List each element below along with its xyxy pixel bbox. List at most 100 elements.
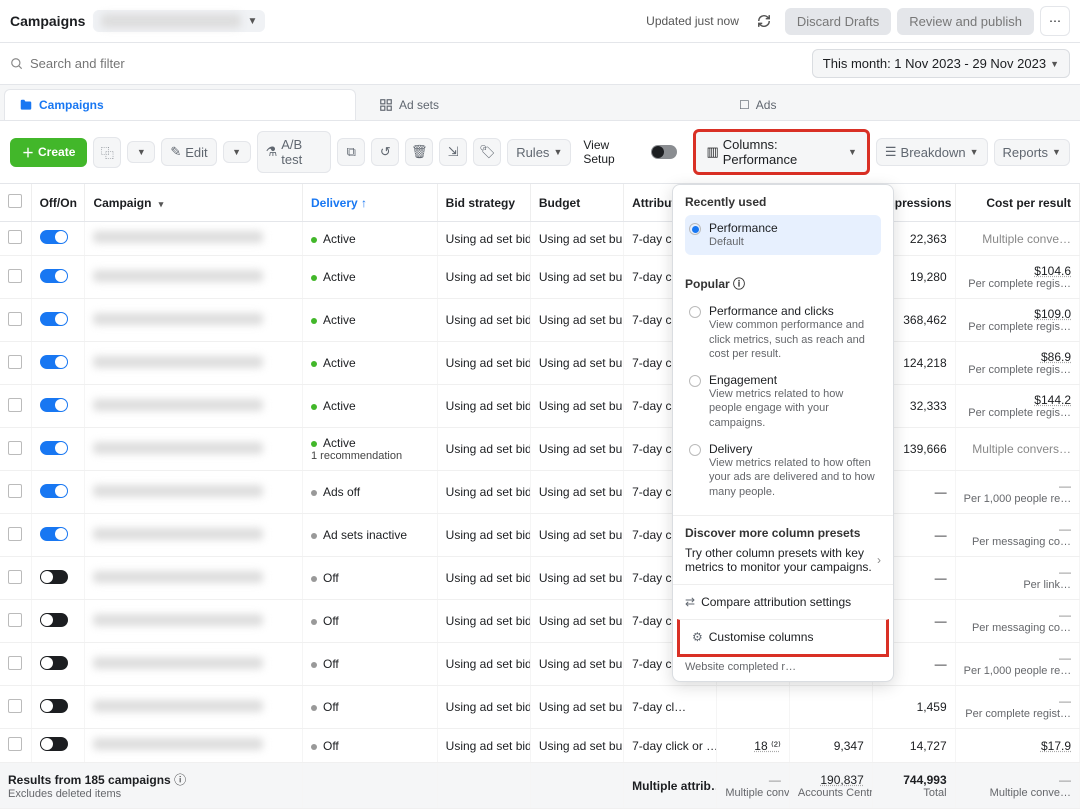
duplicate-button[interactable]: ⿻: [93, 137, 121, 168]
campaign-name-blurred[interactable]: [93, 485, 263, 497]
search-filter[interactable]: [10, 50, 812, 77]
duplicate-dropdown[interactable]: ▼: [127, 141, 155, 163]
view-setup-toggle[interactable]: [651, 145, 677, 159]
delivery-header[interactable]: Delivery ↑: [302, 184, 437, 222]
row-checkbox[interactable]: [8, 699, 22, 713]
status-toggle[interactable]: [40, 269, 68, 283]
status-toggle[interactable]: [40, 699, 68, 713]
table-row[interactable]: Ad sets inactive Using ad set bid… Using…: [0, 514, 1080, 557]
status-toggle[interactable]: [40, 737, 68, 751]
refresh-button[interactable]: [749, 6, 779, 36]
columns-selector[interactable]: ▥ Columns: Performance ▼: [693, 129, 869, 175]
status-toggle[interactable]: [40, 484, 68, 498]
edit-button[interactable]: ✎ Edit: [161, 138, 216, 166]
tab-adsets[interactable]: Ad sets: [364, 89, 716, 120]
tab-ads[interactable]: ☐ Ads: [724, 89, 1076, 120]
breakdown-button[interactable]: ☰ Breakdown ▼: [876, 138, 988, 166]
ab-test-button[interactable]: ⚗ A/B test: [257, 131, 332, 173]
summary-cost: —: [964, 773, 1071, 787]
status-toggle[interactable]: [40, 398, 68, 412]
preset-engagement[interactable]: EngagementView metrics related to how pe…: [685, 367, 881, 436]
campaign-name-blurred[interactable]: [93, 270, 263, 282]
compare-attribution-link[interactable]: ⇄ Compare attribution settings: [673, 584, 893, 619]
export-button[interactable]: ⇲: [439, 138, 467, 166]
table-row[interactable]: Off Using ad set bid… Using ad set bu… 7…: [0, 557, 1080, 600]
campaign-name-blurred[interactable]: [93, 528, 263, 540]
copy-button[interactable]: ⧉: [337, 138, 365, 166]
status-toggle[interactable]: [40, 312, 68, 326]
preset-performance-clicks[interactable]: Performance and clicksView common perfor…: [685, 298, 881, 367]
row-checkbox[interactable]: [8, 613, 22, 627]
bid-header[interactable]: Bid strategy: [437, 184, 530, 222]
discard-drafts-button[interactable]: Discard Drafts: [785, 8, 891, 35]
status-toggle[interactable]: [40, 230, 68, 244]
create-button[interactable]: ＋ Create: [10, 138, 87, 167]
preset-performance[interactable]: Performance Default: [685, 215, 881, 255]
status-toggle[interactable]: [40, 656, 68, 670]
campaign-name-blurred[interactable]: [93, 442, 263, 454]
table-row[interactable]: Off Using ad set bid… Using ad set bu… 7…: [0, 643, 1080, 686]
search-input[interactable]: [24, 50, 812, 77]
status-toggle[interactable]: [40, 355, 68, 369]
offon-header[interactable]: Off/On: [31, 184, 85, 222]
review-publish-button[interactable]: Review and publish: [897, 8, 1034, 35]
table-row[interactable]: Off Using ad set bid… Using ad set bu… 7…: [0, 686, 1080, 729]
row-checkbox[interactable]: [8, 570, 22, 584]
campaign-name-blurred[interactable]: [93, 657, 263, 669]
table-row[interactable]: Active Using ad set bid… Using ad set bu…: [0, 385, 1080, 428]
discover-more-link[interactable]: Try other column presets with key metric…: [685, 546, 881, 574]
status-toggle[interactable]: [40, 613, 68, 627]
table-row[interactable]: Off Using ad set bid… Using ad set bu… 7…: [0, 729, 1080, 763]
cost-header[interactable]: Cost per result: [955, 184, 1079, 222]
row-checkbox[interactable]: [8, 737, 22, 751]
campaign-name-blurred[interactable]: [93, 738, 263, 750]
undo-button[interactable]: ↺: [371, 138, 399, 166]
table-row[interactable]: Active Using ad set bid… Using ad set bu…: [0, 299, 1080, 342]
row-checkbox[interactable]: [8, 269, 22, 283]
row-checkbox[interactable]: [8, 230, 22, 244]
table-row[interactable]: Active Using ad set bid… Using ad set bu…: [0, 222, 1080, 256]
reports-button[interactable]: Reports ▼: [994, 139, 1070, 166]
campaign-name-blurred[interactable]: [93, 231, 263, 243]
budget-header[interactable]: Budget: [530, 184, 623, 222]
more-menu-button[interactable]: ⋯: [1040, 6, 1070, 36]
campaign-name-blurred[interactable]: [93, 614, 263, 626]
campaign-header[interactable]: Campaign ▾: [85, 184, 303, 222]
create-button-label: Create: [38, 145, 75, 159]
campaign-name-blurred[interactable]: [93, 313, 263, 325]
chevron-down-icon: ▼: [247, 16, 257, 27]
table-row[interactable]: Active1 recommendation Using ad set bid……: [0, 428, 1080, 471]
table-row[interactable]: Ads off Using ad set bid… Using ad set b…: [0, 471, 1080, 514]
account-selector[interactable]: ▼: [93, 10, 265, 32]
tab-campaigns[interactable]: Campaigns: [4, 89, 356, 120]
campaign-name-blurred[interactable]: [93, 356, 263, 368]
date-range-selector[interactable]: This month: 1 Nov 2023 - 29 Nov 2023 ▼: [812, 49, 1070, 78]
row-checkbox[interactable]: [8, 527, 22, 541]
row-checkbox[interactable]: [8, 441, 22, 455]
chevron-down-icon: ▼: [1050, 59, 1059, 69]
rules-button[interactable]: Rules ▼: [507, 139, 571, 166]
row-checkbox[interactable]: [8, 656, 22, 670]
status-toggle[interactable]: [40, 570, 68, 584]
row-checkbox[interactable]: [8, 312, 22, 326]
campaign-name-blurred[interactable]: [93, 399, 263, 411]
table-row[interactable]: Active Using ad set bid… Using ad set bu…: [0, 342, 1080, 385]
edit-dropdown[interactable]: ▼: [223, 141, 251, 163]
table-row[interactable]: Off Using ad set bid… Using ad set bu… 7…: [0, 600, 1080, 643]
row-checkbox[interactable]: [8, 355, 22, 369]
checkbox-header[interactable]: [0, 184, 31, 222]
tag-button[interactable]: 🏷: [473, 138, 501, 166]
delete-button[interactable]: 🗑: [405, 138, 433, 166]
campaign-name-blurred[interactable]: [93, 571, 263, 583]
table-row[interactable]: Active Using ad set bid… Using ad set bu…: [0, 256, 1080, 299]
status-toggle[interactable]: [40, 527, 68, 541]
status-dot-icon: [311, 404, 317, 410]
campaign-name-blurred[interactable]: [93, 700, 263, 712]
status-toggle[interactable]: [40, 441, 68, 455]
customise-columns-link[interactable]: ⚙ Customise columns: [677, 619, 889, 657]
row-checkbox[interactable]: [8, 398, 22, 412]
row-checkbox[interactable]: [8, 484, 22, 498]
summary-results-cell: —: [725, 773, 781, 787]
edit-button-label: Edit: [185, 145, 207, 160]
preset-delivery[interactable]: DeliveryView metrics related to how ofte…: [685, 436, 881, 505]
